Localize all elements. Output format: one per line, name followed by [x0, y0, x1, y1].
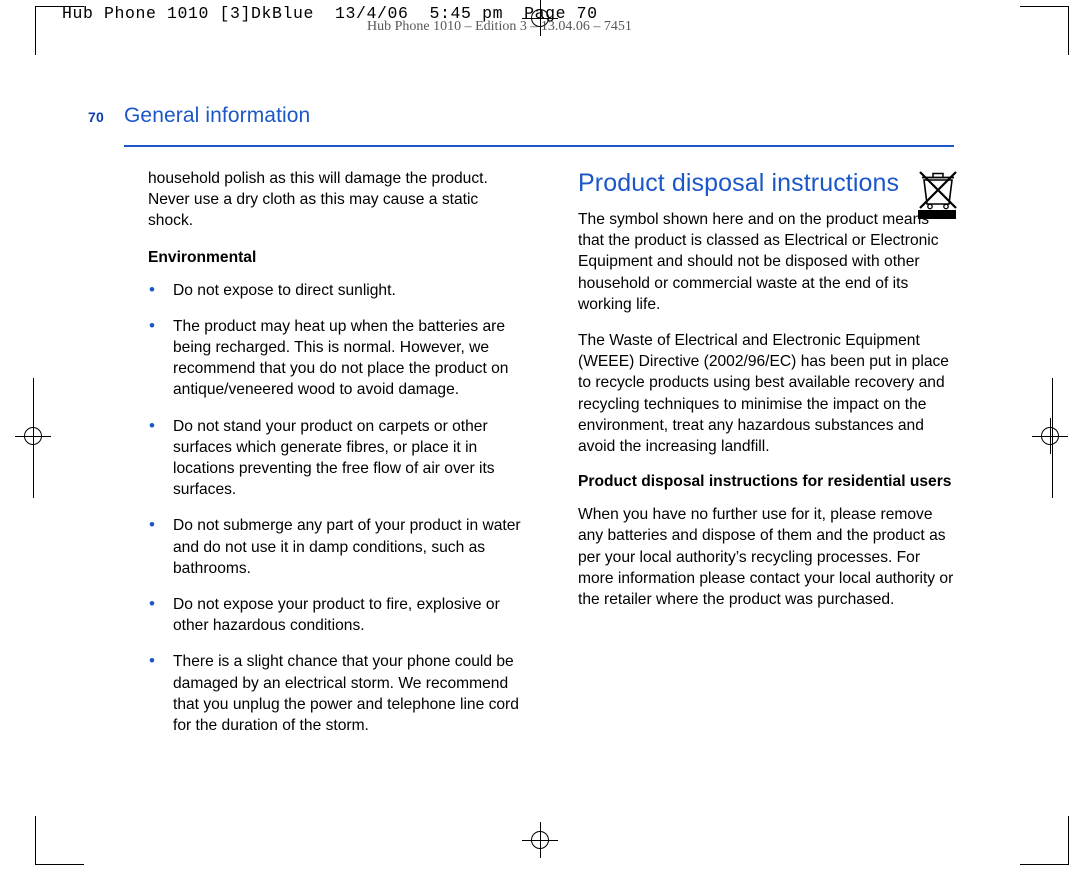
weee-underline-bar: [918, 210, 956, 219]
right-column: Product disposal instructions The symbol…: [578, 168, 956, 625]
environmental-bullet-list: Do not expose to direct sunlight. The pr…: [148, 279, 524, 737]
list-item: Do not stand your product on carpets or …: [148, 415, 524, 501]
header-divider-rule: [124, 145, 954, 147]
page-title: General information: [124, 104, 311, 127]
page-number: 70: [88, 109, 104, 125]
list-item: The product may heat up when the batteri…: [148, 315, 524, 401]
left-column: household polish as this will damage the…: [148, 168, 524, 751]
list-item: Do not submerge any part of your product…: [148, 514, 524, 579]
document-page: 70 General information household polish …: [0, 0, 1080, 873]
disposal-paragraph-1: The symbol shown here and on the product…: [578, 211, 939, 313]
disposal-paragraph-2: The Waste of Electrical and Electronic E…: [578, 332, 949, 456]
list-item: Do not expose to direct sunlight.: [148, 279, 524, 301]
environmental-subheading: Environmental: [148, 248, 257, 266]
residential-users-subheading: Product disposal instructions for reside…: [578, 473, 952, 491]
list-item: There is a slight chance that your phone…: [148, 650, 524, 736]
product-disposal-heading: Product disposal instructions: [578, 169, 900, 197]
list-item: Do not expose your product to fire, expl…: [148, 593, 524, 636]
continued-paragraph: household polish as this will damage the…: [148, 170, 488, 230]
crossed-out-wheelie-bin-icon: [916, 168, 960, 220]
disposal-paragraph-3: When you have no further use for it, ple…: [578, 506, 954, 609]
